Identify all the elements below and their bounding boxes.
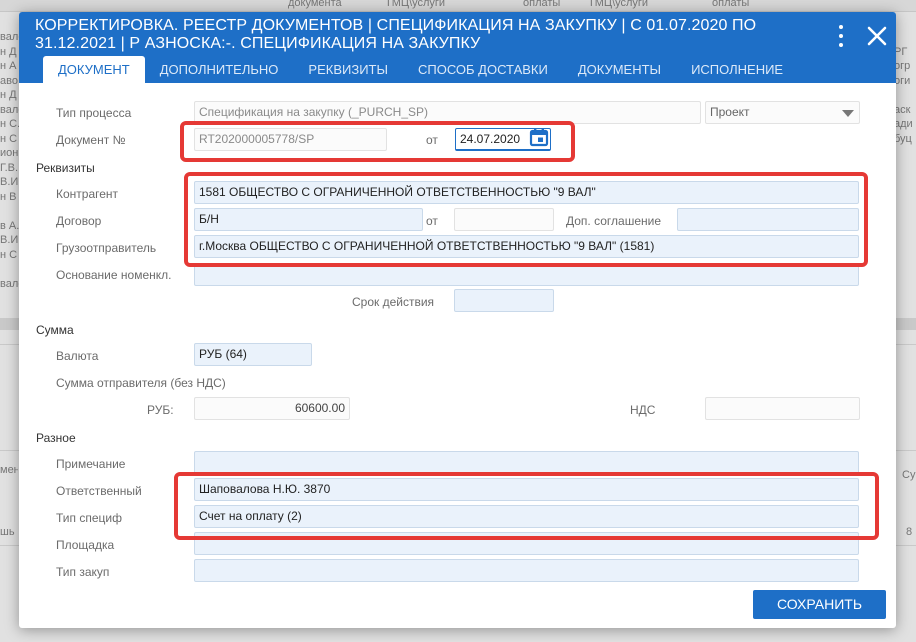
- sender-sum-label: Сумма отправителя (без НДС): [56, 376, 226, 390]
- rub-amount-field[interactable]: 60600.00: [194, 397, 350, 420]
- section-requisites: Реквизиты: [36, 161, 95, 175]
- highlight-doc-number: [180, 121, 575, 162]
- note-label: Примечание: [56, 457, 126, 471]
- purchase-type-field[interactable]: [194, 559, 859, 582]
- tab-bar: ДОКУМЕНТ ДОПОЛНИТЕЛЬНО РЕКВИЗИТЫ СПОСОБ …: [43, 56, 798, 83]
- section-misc: Разное: [36, 431, 76, 445]
- process-type-label: Тип процесса: [56, 106, 132, 120]
- responsible-label: Ответственный: [56, 484, 142, 498]
- highlight-responsible: [174, 472, 879, 540]
- shipper-label: Грузоотправитель: [56, 241, 157, 255]
- more-vert-icon[interactable]: [833, 25, 849, 47]
- tab-delivery-method[interactable]: СПОСОБ ДОСТАВКИ: [403, 56, 563, 83]
- currency-label: Валюта: [56, 349, 99, 363]
- nomenclature-basis-label: Основание номенкл.: [56, 268, 172, 282]
- purchase-type-label: Тип закуп: [56, 565, 110, 579]
- vat-field[interactable]: [705, 397, 860, 420]
- doc-no-label: Документ №: [56, 133, 126, 147]
- dialog-title: КОРРЕКТИРОВКА. РЕЕСТР ДОКУМЕНТОВ | СПЕЦИ…: [35, 17, 757, 52]
- tab-document[interactable]: ДОКУМЕНТ: [43, 56, 145, 83]
- chevron-down-icon: [842, 110, 854, 117]
- close-icon[interactable]: [864, 23, 890, 49]
- tab-documents[interactable]: ДОКУМЕНТЫ: [563, 56, 676, 83]
- contract-label: Договор: [56, 214, 102, 228]
- status-select[interactable]: Проект: [705, 101, 860, 124]
- highlight-requisites: [184, 172, 868, 267]
- rub-label: РУБ:: [147, 403, 174, 417]
- dialog-titlebar: КОРРЕКТИРОВКА. РЕЕСТР ДОКУМЕНТОВ | СПЕЦИ…: [19, 12, 896, 83]
- document-dialog: КОРРЕКТИРОВКА. РЕЕСТР ДОКУМЕНТОВ | СПЕЦИ…: [19, 12, 896, 628]
- spec-type-label: Тип специф: [56, 511, 122, 525]
- counterparty-label: Контрагент: [56, 187, 119, 201]
- tab-requisites[interactable]: РЕКВИЗИТЫ: [293, 56, 403, 83]
- platform-label: Площадка: [56, 538, 115, 552]
- save-button[interactable]: СОХРАНИТЬ: [753, 590, 886, 619]
- currency-field[interactable]: РУБ (64): [194, 343, 312, 366]
- validity-label: Срок действия: [352, 295, 435, 309]
- tab-execution[interactable]: ИСПОЛНЕНИЕ: [676, 56, 798, 83]
- section-sum: Сумма: [36, 323, 74, 337]
- validity-field[interactable]: [454, 289, 554, 312]
- vat-label: НДС: [630, 403, 656, 417]
- note-field[interactable]: [194, 451, 859, 474]
- tab-additional[interactable]: ДОПОЛНИТЕЛЬНО: [145, 56, 294, 83]
